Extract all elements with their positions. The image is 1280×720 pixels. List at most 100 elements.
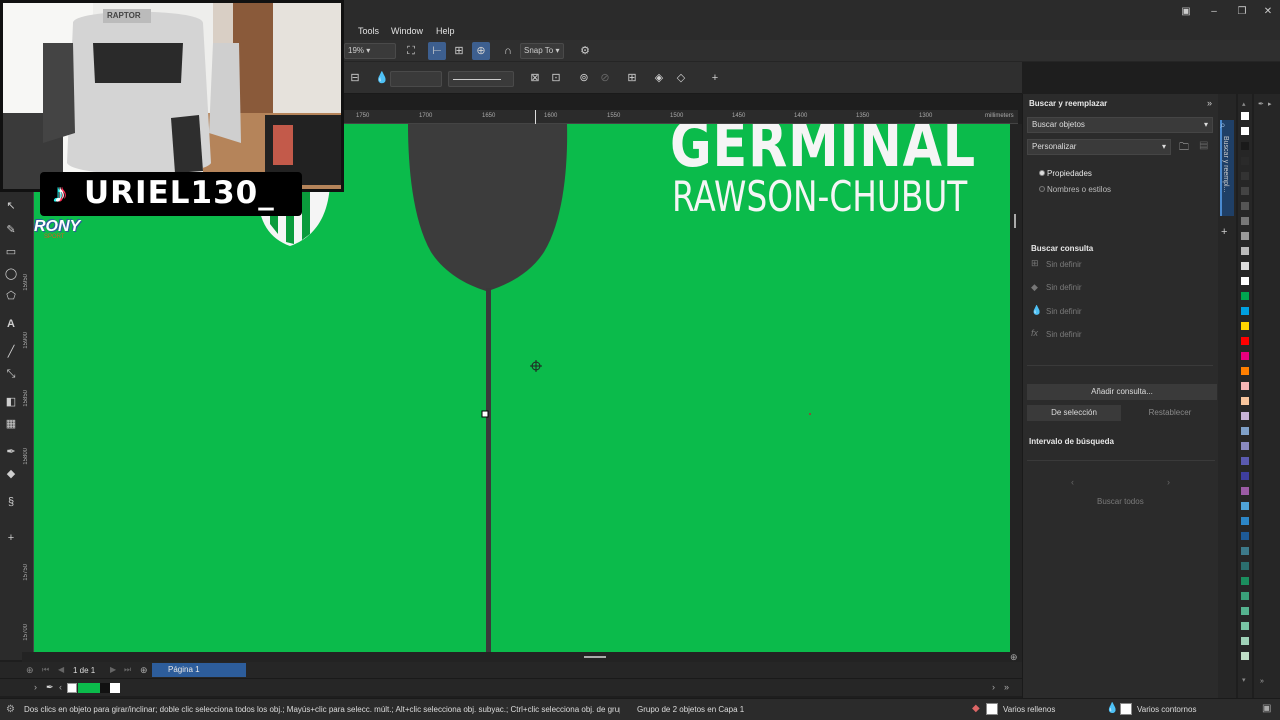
palette-swatch[interactable]: [1241, 532, 1249, 540]
palette-swatch[interactable]: [1241, 397, 1249, 405]
shadow-tool-icon[interactable]: ◧: [3, 394, 19, 410]
palette-expand-icon[interactable]: ›: [34, 682, 37, 692]
radio-properties[interactable]: [1039, 170, 1045, 176]
smart-fill-tool-icon[interactable]: §: [3, 494, 19, 510]
palette-swatch[interactable]: [1241, 157, 1249, 165]
query-item[interactable]: Sin definir: [1046, 283, 1082, 292]
weld-icon[interactable]: ⊚: [575, 69, 593, 87]
line-tool-icon[interactable]: ╱: [3, 344, 19, 360]
palette-swatch[interactable]: [1241, 127, 1249, 135]
palette-swatch[interactable]: [1241, 112, 1249, 120]
snap-to-dropdown[interactable]: Snap To ▾: [520, 43, 564, 59]
find-mode-select[interactable]: Buscar objetos ▾: [1027, 117, 1213, 133]
menu-tools[interactable]: Tools: [358, 26, 379, 36]
palette-swatch[interactable]: [1241, 472, 1249, 480]
rectangle-tool-icon[interactable]: ▭: [3, 244, 19, 260]
collar-shape[interactable]: [408, 124, 568, 291]
palette-swatch[interactable]: [1241, 172, 1249, 180]
palette-swatch[interactable]: [1241, 652, 1249, 660]
palette-swatch[interactable]: [1241, 637, 1249, 645]
find-next-icon[interactable]: ›: [1167, 477, 1170, 487]
palette-swatch[interactable]: [1241, 247, 1249, 255]
first-page-icon[interactable]: ⏮: [42, 665, 49, 675]
vertical-ruler[interactable]: 15950 15900 15850 15800 15750 15700: [22, 124, 34, 652]
to-back-icon[interactable]: ◇: [672, 69, 690, 87]
palette-swatch[interactable]: [1241, 577, 1249, 585]
wrap-text-icon[interactable]: ⊠: [526, 69, 544, 87]
palette-swatch[interactable]: [1241, 622, 1249, 630]
ellipse-tool-icon[interactable]: ◯: [3, 266, 19, 282]
add-icon[interactable]: +: [706, 69, 724, 87]
horizontal-scrollbar[interactable]: ⊕: [22, 652, 1022, 662]
horizontal-ruler[interactable]: 1750 1700 1650 1600 1550 1500 1450 1400 …: [344, 110, 1018, 124]
maximize-button[interactable]: ❐: [1236, 6, 1248, 18]
page-settings-icon[interactable]: ⊕: [26, 665, 34, 676]
selection-handle[interactable]: [481, 410, 489, 418]
zoom-fit-icon[interactable]: ⛶: [402, 42, 420, 60]
options-gear-icon[interactable]: ⚙: [576, 42, 594, 60]
pick-tool-icon[interactable]: ↖: [3, 198, 19, 214]
outline-swatch[interactable]: [1120, 703, 1132, 715]
query-item[interactable]: Sin definir: [1046, 307, 1082, 316]
palette-swatch[interactable]: [1241, 547, 1249, 555]
zoom-corner-icon[interactable]: ⊕: [1010, 652, 1020, 662]
palette-swatch[interactable]: [1241, 142, 1249, 150]
polygon-tool-icon[interactable]: ⬠: [3, 288, 19, 304]
palette-swatch[interactable]: [1241, 592, 1249, 600]
palette-swatch[interactable]: [1241, 367, 1249, 375]
swatch-none[interactable]: [67, 683, 77, 693]
query-item[interactable]: Sin definir: [1046, 260, 1082, 269]
to-page-icon[interactable]: ⊞: [623, 69, 641, 87]
add-docker-icon[interactable]: +: [1221, 226, 1227, 238]
minimize-button[interactable]: –: [1208, 6, 1220, 18]
palette-expand-icon[interactable]: »: [1260, 678, 1264, 685]
palette-swatch[interactable]: [1241, 322, 1249, 330]
palette-swatch[interactable]: [1241, 442, 1249, 450]
palette-swatch[interactable]: [1241, 307, 1249, 315]
palette-swatch[interactable]: [1241, 502, 1249, 510]
vertical-scrollbar[interactable]: [1010, 124, 1022, 652]
settings-gear-icon[interactable]: ⚙: [6, 704, 15, 715]
eyedropper-icon[interactable]: ✒: [1258, 100, 1264, 108]
palette-swatch[interactable]: [1241, 232, 1249, 240]
palette-scroll-left-icon[interactable]: ‹: [59, 682, 62, 692]
palette-swatch[interactable]: [1241, 352, 1249, 360]
center-stripe[interactable]: [486, 288, 491, 652]
eyedropper-tool-icon[interactable]: ✒: [3, 444, 19, 460]
text-tool-icon[interactable]: A: [3, 316, 19, 332]
to-front-icon[interactable]: ◈: [650, 69, 668, 87]
query-item[interactable]: Sin definir: [1046, 330, 1082, 339]
last-page-icon[interactable]: ⏭: [124, 665, 131, 675]
reset-button[interactable]: Restablecer: [1123, 405, 1217, 421]
outline-width-select[interactable]: [390, 71, 442, 87]
save-query-icon[interactable]: ▤: [1199, 140, 1208, 151]
trim-icon[interactable]: ⊡: [547, 69, 565, 87]
swatch-green[interactable]: [78, 683, 100, 693]
palette-scroll-down-icon[interactable]: ▾: [1242, 676, 1246, 684]
title-rawson-chubut[interactable]: RAWSON-CHUBUT: [672, 172, 967, 221]
palette-swatch[interactable]: [1241, 337, 1249, 345]
palette-swatch[interactable]: [1241, 292, 1249, 300]
palette-swatch[interactable]: [1241, 412, 1249, 420]
palette-flyout-icon[interactable]: ▸: [1268, 100, 1272, 108]
palette-swatch[interactable]: [1241, 487, 1249, 495]
palette-scroll-up-icon[interactable]: ▴: [1242, 100, 1246, 108]
add-query-button[interactable]: Añadir consulta...: [1027, 384, 1217, 400]
next-page-icon[interactable]: ▶: [110, 665, 116, 674]
preset-select[interactable]: Personalizar ▾: [1027, 139, 1171, 155]
palette-swatch[interactable]: [1241, 187, 1249, 195]
radio-names[interactable]: [1039, 186, 1045, 192]
prev-page-icon[interactable]: ◀: [58, 665, 64, 674]
palette-swatch[interactable]: [1241, 457, 1249, 465]
fill-tool-icon[interactable]: ◆: [3, 466, 19, 482]
swatch-black[interactable]: [100, 683, 110, 693]
find-all-button[interactable]: Buscar todos: [1097, 497, 1144, 506]
from-selection-button[interactable]: De selección: [1027, 405, 1121, 421]
menu-window[interactable]: Window: [391, 26, 423, 36]
zoom-level-select[interactable]: 19% ▾: [344, 43, 396, 59]
palette-eyedropper-icon[interactable]: ✒: [46, 682, 54, 693]
snap-icon[interactable]: ∩: [499, 42, 517, 60]
palette-more-icon[interactable]: »: [1004, 682, 1009, 692]
find-prev-icon[interactable]: ‹: [1071, 477, 1074, 487]
palette-swatch[interactable]: [1241, 262, 1249, 270]
